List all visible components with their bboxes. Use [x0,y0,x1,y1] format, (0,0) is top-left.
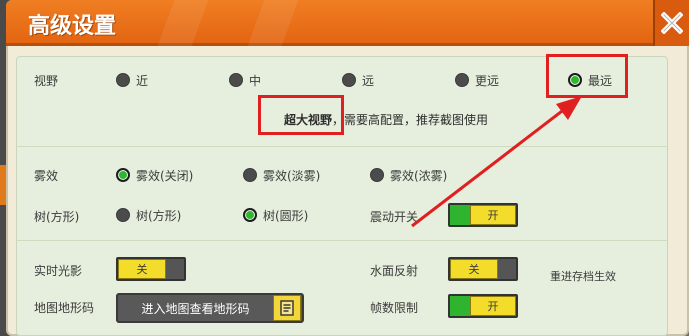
annotation-arrow [411,96,582,228]
